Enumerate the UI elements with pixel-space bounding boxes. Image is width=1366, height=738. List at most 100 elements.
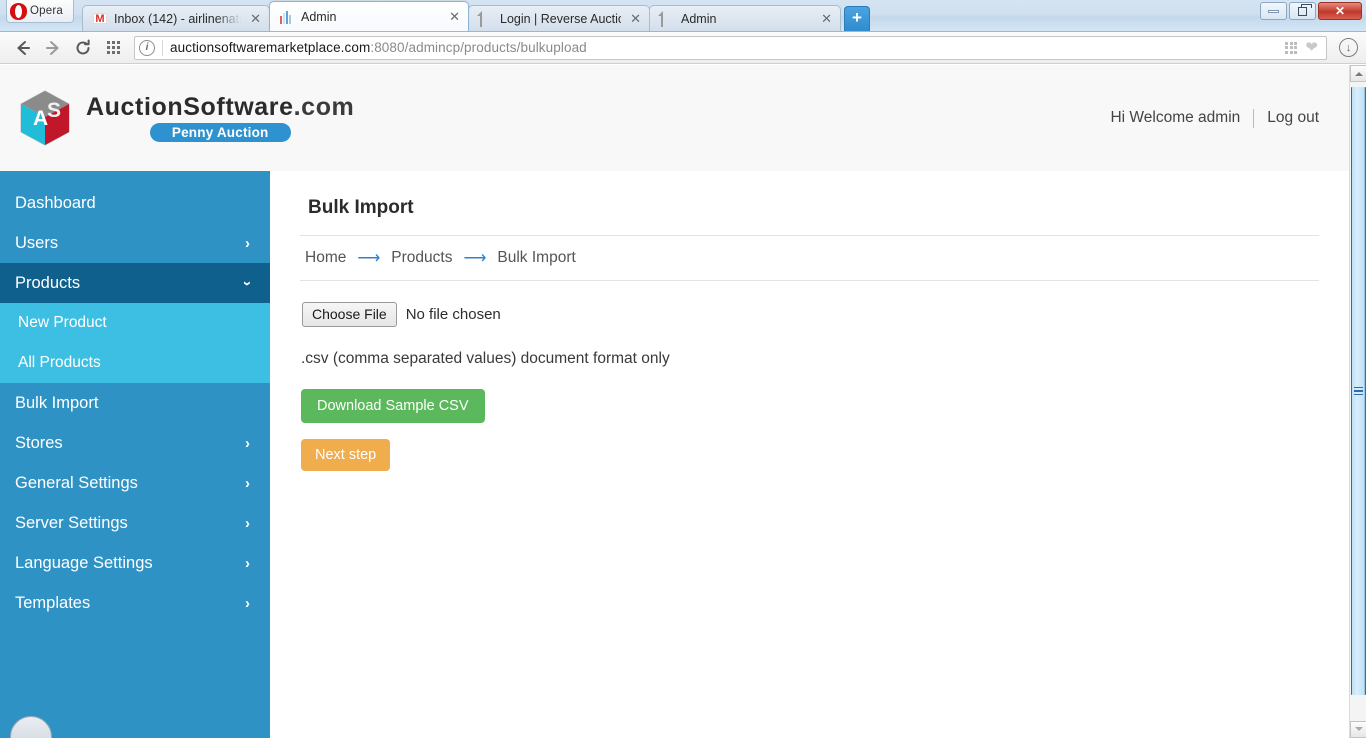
chevron-down-icon: › (239, 280, 256, 286)
grid-icon[interactable] (1285, 41, 1298, 54)
breadcrumb-item-bulk-import: Bulk Import (497, 249, 576, 266)
csv-format-hint: .csv (comma separated values) document f… (301, 349, 670, 367)
breadcrumb-item-home[interactable]: Home (305, 249, 346, 267)
sidebar-item-products[interactable]: Products › (0, 263, 270, 303)
restore-button[interactable] (1289, 2, 1316, 20)
chevron-right-icon: › (245, 434, 250, 452)
browser-window: Opera Inbox (142) - airlinenathiya ✕ Adm… (0, 0, 1366, 738)
web-page: A S AuctionSoftware.com Penny Auction Hi… (0, 65, 1349, 738)
close-tab-icon[interactable]: ✕ (628, 12, 643, 25)
help-widget-button[interactable] (10, 716, 52, 738)
address-bar[interactable]: i auctionsoftwaremarketplace.com:8080/ad… (134, 35, 1327, 60)
close-tab-icon[interactable]: ✕ (248, 12, 263, 25)
page-body: Dashboard Users › Products › New Product (0, 171, 1349, 738)
tab-title: Admin (301, 9, 337, 24)
header-user-area: Hi Welcome admin Log out (1110, 108, 1319, 128)
browser-tab-inbox[interactable]: Inbox (142) - airlinenathiya ✕ (82, 5, 270, 31)
browser-tab-admin[interactable]: Admin ✕ (649, 5, 841, 31)
svg-text:S: S (47, 99, 61, 122)
page-viewport: A S AuctionSoftware.com Penny Auction Hi… (0, 65, 1366, 738)
scroll-down-button[interactable] (1350, 721, 1366, 738)
chevron-right-icon: › (245, 514, 250, 532)
file-status-label: No file chosen (405, 305, 501, 323)
sidebar-item-label: Templates (15, 593, 91, 612)
reload-icon[interactable] (68, 35, 98, 61)
tab-title: Admin (681, 11, 717, 26)
vertical-scrollbar[interactable] (1349, 65, 1366, 738)
tab-title: Login | Reverse Auction (500, 11, 622, 26)
sidebar-item-stores[interactable]: Stores › (0, 423, 270, 463)
welcome-text: Hi Welcome admin (1110, 109, 1241, 126)
sidebar-item-label: Server Settings (15, 513, 128, 532)
sidebar-nav: Dashboard Users › Products › New Product (0, 171, 270, 738)
browser-tab-login[interactable]: Login | Reverse Auction ✕ (468, 5, 650, 31)
main-content: Bulk Import Home ⟶ Products ⟶ Bulk Impor… (270, 171, 1349, 738)
scroll-grip-icon (1354, 386, 1363, 396)
heart-icon[interactable]: ❤ (1305, 40, 1318, 55)
url-path: :8080/admincp/products/bulkupload (370, 40, 587, 55)
browser-titlebar: Opera Inbox (142) - airlinenathiya ✕ Adm… (0, 0, 1366, 32)
close-tab-icon[interactable]: ✕ (819, 12, 834, 25)
new-tab-button[interactable]: + (844, 6, 870, 31)
logout-link[interactable]: Log out (1267, 109, 1319, 127)
tab-title: Inbox (142) - airlinenathiya (114, 11, 241, 26)
opera-menu-button[interactable]: Opera (6, 0, 74, 23)
sidebar-item-server-settings[interactable]: Server Settings › (0, 503, 270, 543)
sidebar-item-dashboard[interactable]: Dashboard (0, 183, 270, 223)
sidebar-item-label: Products (15, 273, 81, 292)
sidebar-item-label: Language Settings (15, 553, 153, 572)
browser-tab-admin-active[interactable]: Admin ✕ (269, 1, 469, 31)
breadcrumb-item-products[interactable]: Products (391, 249, 452, 267)
sidebar-item-templates[interactable]: Templates › (0, 583, 270, 623)
address-bar-url: auctionsoftwaremarketplace.com:8080/admi… (170, 40, 1285, 55)
close-window-button[interactable]: ✕ (1318, 2, 1362, 20)
omnibox-divider (162, 39, 163, 56)
site-header: A S AuctionSoftware.com Penny Auction Hi… (0, 65, 1349, 171)
brand[interactable]: A S AuctionSoftware.com Penny Auction (14, 87, 354, 149)
url-domain: auctionsoftwaremarketplace.com (170, 40, 371, 55)
breadcrumb: Home ⟶ Products ⟶ Bulk Import (300, 236, 1319, 280)
chevron-right-icon: › (245, 594, 250, 612)
sidebar-item-bulk-import[interactable]: Bulk Import (0, 383, 270, 423)
sidebar-item-label: Bulk Import (15, 393, 99, 412)
sidebar-item-all-products[interactable]: All Products (0, 343, 270, 383)
sidebar-item-users[interactable]: Users › (0, 223, 270, 263)
sidebar-item-label: All Products (18, 354, 101, 371)
sidebar-item-general-settings[interactable]: General Settings › (0, 463, 270, 503)
back-arrow-icon[interactable] (8, 35, 38, 61)
breadcrumb-arrow-icon: ⟶ (463, 250, 487, 267)
chart-bars-icon (280, 10, 294, 24)
opera-logo-icon (10, 2, 27, 20)
file-upload-row[interactable]: Choose File No file chosen (302, 302, 1319, 327)
gmail-icon (93, 12, 107, 26)
choose-file-button[interactable]: Choose File (302, 302, 397, 327)
page-info-icon[interactable]: i (139, 39, 155, 56)
svg-text:A: A (33, 107, 48, 130)
document-icon (479, 10, 493, 27)
forward-arrow-icon[interactable] (38, 35, 68, 61)
sidebar-item-language-settings[interactable]: Language Settings › (0, 543, 270, 583)
apps-grid-icon[interactable] (98, 35, 128, 61)
breadcrumb-arrow-icon: ⟶ (357, 250, 381, 267)
sidebar-item-label: New Product (18, 314, 107, 331)
next-step-button[interactable]: Next step (301, 438, 391, 471)
opera-menu-label: Opera (30, 5, 63, 17)
sidebar-item-new-product[interactable]: New Product (0, 303, 270, 343)
scroll-thumb[interactable] (1351, 87, 1366, 695)
close-tab-icon[interactable]: ✕ (447, 10, 462, 23)
auctionsoftware-hex-logo-icon: A S (14, 87, 76, 149)
download-icon[interactable]: ↓ (1339, 38, 1358, 57)
sidebar-item-label: Stores (15, 433, 63, 452)
page-title: Bulk Import (308, 197, 414, 218)
scroll-up-button[interactable] (1350, 65, 1366, 82)
sidebar-item-label: General Settings (15, 473, 138, 492)
document-icon (660, 10, 674, 27)
download-sample-csv-button[interactable]: Download Sample CSV (301, 388, 485, 423)
chevron-right-icon: › (245, 554, 250, 572)
chevron-right-icon: › (245, 234, 250, 252)
window-controls: ✕ (1260, 2, 1362, 20)
header-divider (1253, 108, 1255, 128)
minimize-button[interactable] (1260, 2, 1287, 20)
brand-name: AuctionSoftware.com (86, 92, 355, 121)
breadcrumb-divider (300, 280, 1319, 281)
